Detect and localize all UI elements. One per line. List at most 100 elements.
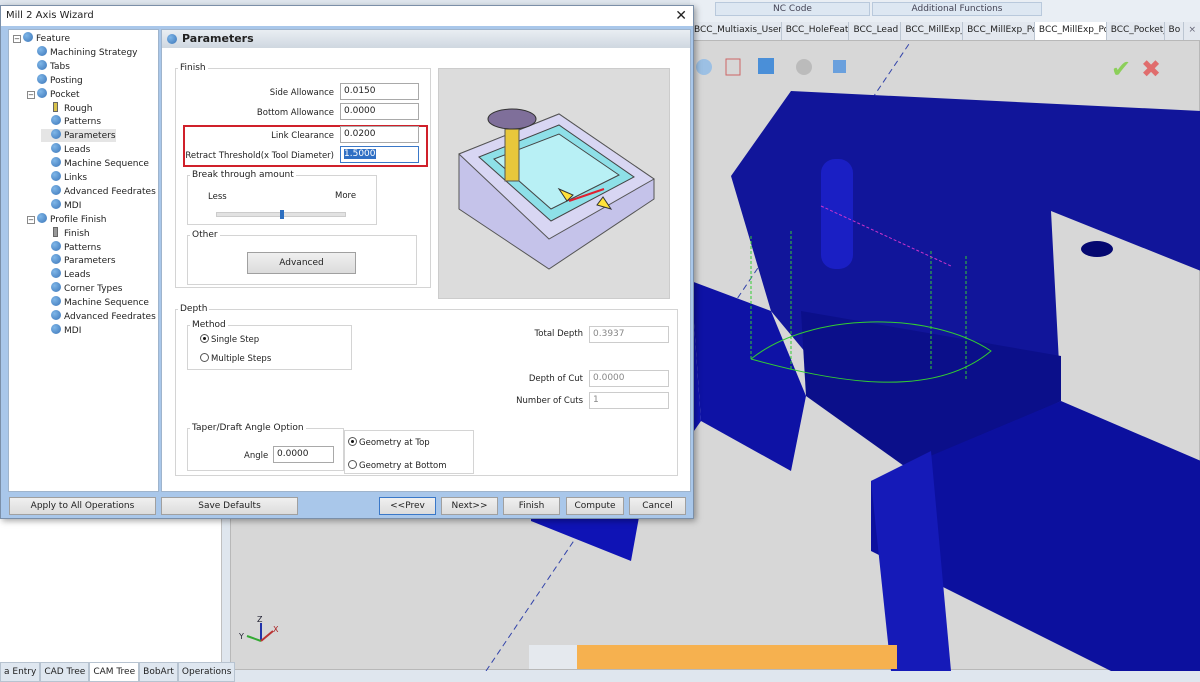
pocket-illustration [438,68,670,299]
geometry-top-label: Geometry at Top [359,438,430,448]
prev-button[interactable]: <<Prev [379,497,436,515]
tree-item-label: Pocket [50,89,80,100]
tree-item[interactable]: Posting [27,73,83,87]
tree-item[interactable]: − Feature [13,32,70,45]
doc-tab[interactable]: BCC_Multiaxis_UserD [690,22,782,40]
tree-item[interactable]: Parameters [41,129,116,143]
tree-item[interactable]: − Profile Finish [27,212,106,226]
doc-tab[interactable]: BCC_MillExp_Po [963,22,1035,40]
tree-item[interactable]: Machining Strategy [27,45,138,59]
gear-icon [51,323,61,334]
collapse-icon[interactable]: − [13,35,21,43]
single-step-label: Single Step [211,335,260,345]
gear-icon [51,268,61,279]
tree-item[interactable]: Patterns [41,115,101,128]
gear-icon [51,198,61,209]
method-legend: Method [192,320,226,330]
total-depth-input[interactable]: 0.3937 [589,326,669,343]
ribbon-tab-additional-functions[interactable]: Additional Functions [872,2,1042,16]
tree-item[interactable]: MDI [41,198,81,212]
doc-tab[interactable]: BCC_HoleFeatu [782,22,850,40]
tree-item[interactable]: Rough [41,101,93,115]
apply-to-all-button[interactable]: Apply to All Operations [9,497,156,515]
snap-toolbar[interactable] [577,645,897,669]
tree-item-label: Rough [64,103,93,114]
tool-icon [53,226,58,237]
gear-icon [51,115,61,126]
tree-item[interactable]: MDI [41,323,81,337]
geometry-top-radio[interactable]: Geometry at Top [348,437,430,448]
next-button[interactable]: Next>> [441,497,498,515]
geometry-bottom-label: Geometry at Bottom [359,461,447,471]
slider-thumb[interactable] [280,210,284,219]
tree-item[interactable]: − Pocket [27,87,80,101]
radio-icon[interactable] [348,460,357,469]
tree-item[interactable]: Machine Sequence [41,157,149,170]
retract-threshold-input[interactable]: 1.5000 [340,146,419,163]
finish-button[interactable]: Finish [503,497,560,515]
ribbon-tab-nc-code[interactable]: NC Code [715,2,870,16]
retract-threshold-label: Retract Threshold(x Tool Diameter) [185,151,334,161]
single-step-radio[interactable]: Single Step [200,334,259,345]
tree-item-label: Machining Strategy [50,47,138,58]
doc-tab-active[interactable]: BCC_MillExp_Po [1034,22,1107,40]
more-label: More [335,191,357,201]
tree-item[interactable]: Corner Types [41,282,123,295]
gear-icon [51,129,61,140]
gear-icon [51,296,61,307]
tab-operations[interactable]: Operations [177,662,236,682]
break-through-slider[interactable] [216,210,346,219]
tree-item[interactable]: Advanced Feedrates [41,310,156,323]
tree-item[interactable]: Links [41,171,87,184]
bottom-allowance-input[interactable]: 0.0000 [340,103,419,120]
tree-item[interactable]: Leads [41,268,90,281]
doc-tab[interactable]: BCC_MillExp_ [901,22,964,40]
tree-item-label: Parameters [64,256,116,267]
tree-item-label: Machine Sequence [64,159,149,170]
tab-data-entry[interactable]: a Entry [0,662,41,682]
geometry-bottom-radio[interactable]: Geometry at Bottom [348,460,447,471]
link-clearance-input[interactable]: 0.0200 [340,126,419,143]
snap-toolbar-left[interactable] [529,645,577,669]
gear-icon [51,143,61,154]
gear-icon [51,310,61,320]
radio-icon[interactable] [348,437,357,446]
tree-item[interactable]: Parameters [41,254,116,267]
tree-item[interactable]: Machine Sequence [41,296,149,309]
tab-cad-tree[interactable]: CAD Tree [40,662,90,682]
close-tab-icon[interactable]: × [1184,22,1200,40]
gear-icon [51,184,61,195]
number-of-cuts-label: Number of Cuts [516,396,583,406]
tree-item-label: Leads [64,145,91,156]
collapse-icon[interactable]: − [27,90,35,99]
close-icon[interactable]: ✕ [675,6,687,26]
tab-bobart[interactable]: BobArt [139,662,178,682]
radio-icon[interactable] [200,353,209,362]
angle-label: Angle [244,451,269,461]
doc-tab[interactable]: BCC_Lead [849,22,902,40]
multiple-steps-radio[interactable]: Multiple Steps [200,353,271,364]
tree-item[interactable]: Leads [41,143,90,156]
depth-of-cut-input[interactable]: 0.0000 [589,370,669,387]
collapse-icon[interactable]: − [27,215,35,224]
doc-tab[interactable]: Bo [1165,22,1185,40]
compute-button[interactable]: Compute [566,497,624,515]
dialog-title: Mill 2 Axis Wizard [1,6,693,26]
tree-item[interactable]: Advanced Feedrates [41,184,156,198]
angle-input[interactable]: 0.0000 [273,446,334,463]
tool-icon [53,101,58,112]
tree-item-label: Tabs [50,61,70,72]
tree-item[interactable]: Patterns [41,240,101,254]
tree-item[interactable]: Tabs [27,59,70,73]
cancel-button[interactable]: Cancel [629,497,686,515]
tab-cam-tree[interactable]: CAM Tree [89,662,140,682]
tree-item-label: Leads [64,270,91,281]
number-of-cuts-input[interactable]: 1 [589,392,669,409]
save-defaults-button[interactable]: Save Defaults [161,497,298,515]
gear-icon [51,171,61,181]
doc-tab[interactable]: BCC_Pocket_ [1107,22,1165,40]
advanced-button[interactable]: Advanced [247,252,356,274]
side-allowance-input[interactable]: 0.0150 [340,83,419,100]
tree-item[interactable]: Finish [41,226,90,240]
radio-icon[interactable] [200,334,209,343]
